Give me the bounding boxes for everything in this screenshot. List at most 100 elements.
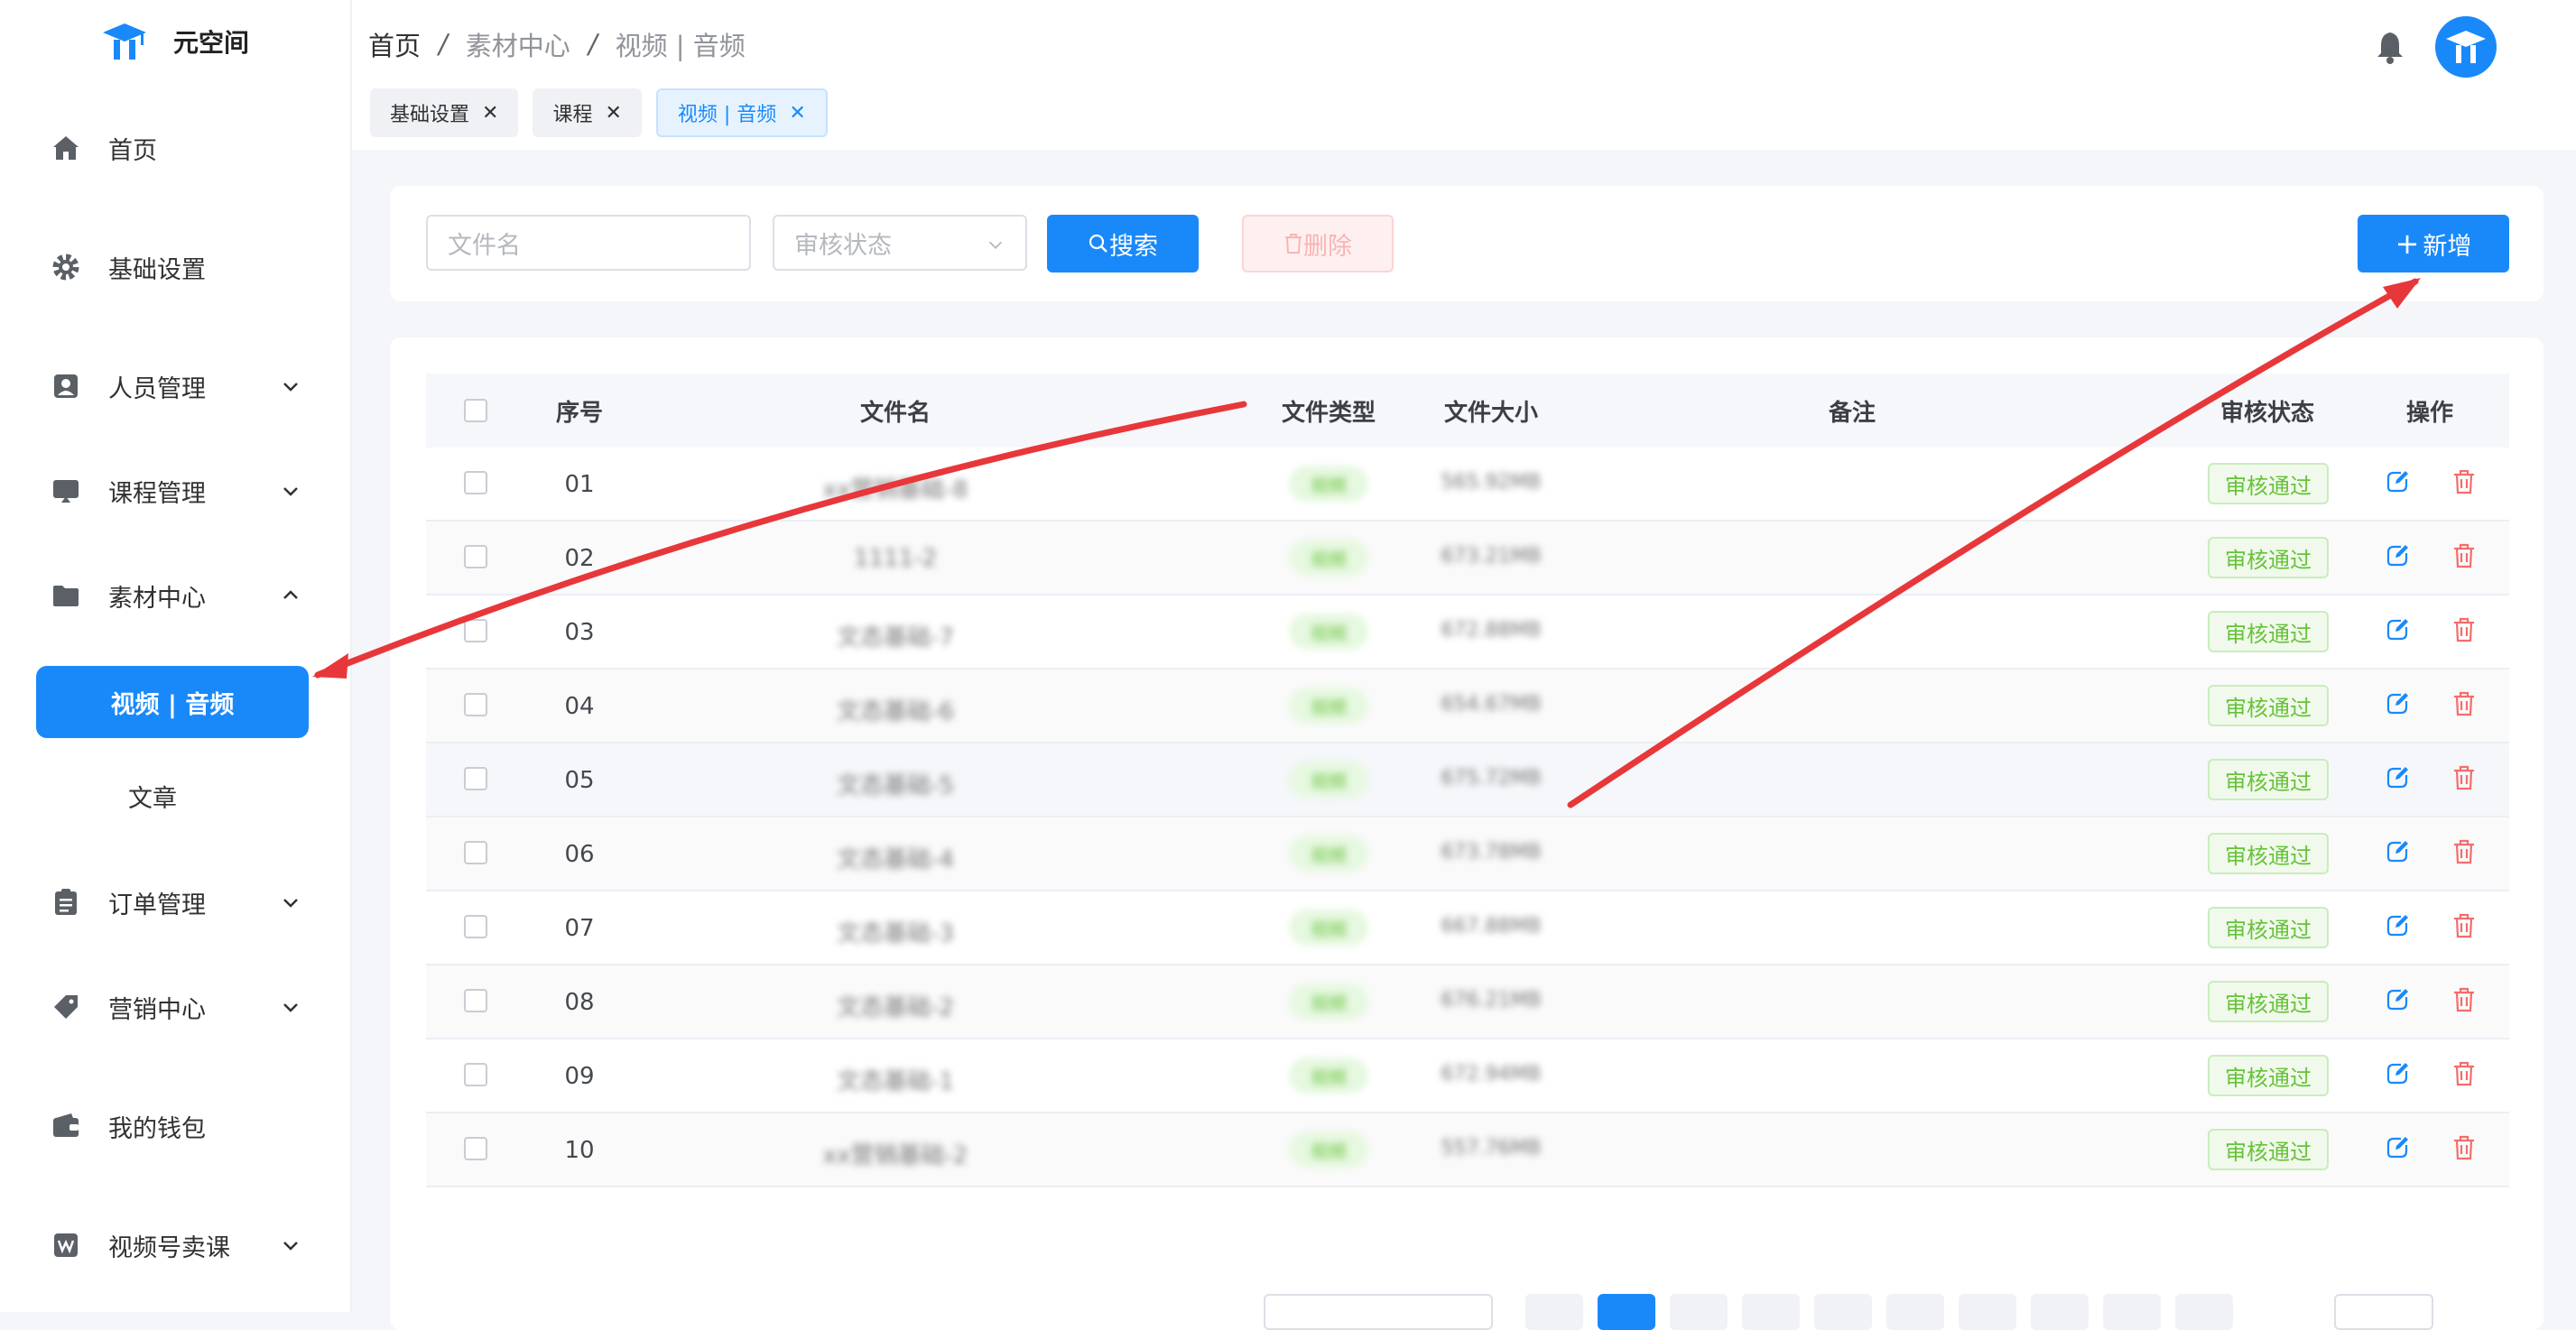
sidebar-item-orders[interactable]: 订单管理 [51, 875, 312, 929]
cell-filesize: 654.67MB [1441, 693, 1542, 716]
tab-course[interactable]: 课程 ✕ [533, 88, 642, 137]
sidebar-item-video-channel[interactable]: 视频号卖课 [51, 1218, 312, 1272]
close-icon[interactable]: ✕ [482, 102, 498, 125]
cell-filesize: 675.72MB [1441, 767, 1542, 790]
row-checkbox[interactable] [464, 693, 487, 716]
table-row: 10 xx营销基础-2 视频 557.76MB 审核通过 [426, 1113, 2509, 1187]
pagination-page-active[interactable] [1598, 1294, 1655, 1330]
pagination-page[interactable] [1814, 1294, 1872, 1330]
cell-filesize: 676.21MB [1441, 989, 1542, 1011]
bell-icon[interactable] [2374, 29, 2406, 65]
row-checkbox[interactable] [464, 915, 487, 938]
edit-icon[interactable] [2385, 617, 2410, 642]
cell-filetype: 视频 [1289, 1058, 1368, 1094]
row-checkbox[interactable] [464, 767, 487, 790]
breadcrumb-material-center[interactable]: 素材中心 [466, 25, 570, 63]
trash-icon[interactable] [2451, 617, 2477, 642]
sidebar-item-basic-settings[interactable]: 基础设置 [51, 240, 312, 294]
pagination-page[interactable] [1959, 1294, 2016, 1330]
table-row: 07 文态基础-3 视频 667.88MB 审核通过 [426, 891, 2509, 965]
table-header: 序号 文件名 文件类型 文件大小 备注 审核状态 操作 [426, 374, 2509, 448]
header-status: 审核状态 [2219, 399, 2314, 427]
pagination-page[interactable] [2103, 1294, 2161, 1330]
row-checkbox[interactable] [464, 1137, 487, 1160]
edit-icon[interactable] [2385, 691, 2410, 716]
select-all-checkbox[interactable] [464, 399, 487, 422]
sidebar-subitem-video-audio[interactable]: 视频 | 音频 [36, 666, 309, 738]
trash-icon[interactable] [2451, 543, 2477, 568]
row-checkbox[interactable] [464, 1063, 487, 1086]
cell-index: 05 [564, 767, 595, 794]
edit-icon[interactable] [2385, 1135, 2410, 1160]
sidebar-item-marketing[interactable]: 营销中心 [51, 980, 312, 1034]
cell-filesize: 565.92MB [1441, 471, 1542, 494]
edit-icon[interactable] [2385, 1061, 2410, 1086]
sidebar-item-home[interactable]: 首页 [51, 121, 312, 175]
row-checkbox[interactable] [464, 989, 487, 1012]
edit-icon[interactable] [2385, 469, 2410, 494]
pagination-page[interactable] [1886, 1294, 1944, 1330]
status-badge: 审核通过 [2208, 759, 2329, 800]
breadcrumb-home[interactable]: 首页 [368, 25, 421, 63]
pagination-page[interactable] [1670, 1294, 1728, 1330]
search-icon [1089, 234, 1107, 253]
table-row: 06 文态基础-4 视频 673.78MB 审核通过 [426, 817, 2509, 891]
pagination-next[interactable] [2175, 1294, 2233, 1330]
status-select[interactable]: 审核状态 [773, 215, 1027, 271]
row-checkbox[interactable] [464, 619, 487, 642]
add-button[interactable]: + 新增 [2358, 215, 2509, 272]
sidebar-item-staff[interactable]: 人员管理 [51, 359, 312, 413]
breadcrumb-separator: / [439, 29, 448, 60]
edit-icon[interactable] [2385, 987, 2410, 1012]
pagination-page[interactable] [2031, 1294, 2089, 1330]
avatar[interactable] [2435, 16, 2497, 78]
sidebar-item-courses[interactable]: 课程管理 [51, 464, 312, 518]
trash-icon[interactable] [2451, 1135, 2477, 1160]
edit-icon[interactable] [2385, 913, 2410, 938]
sidebar-item-wallet[interactable]: 我的钱包 [51, 1099, 312, 1153]
cell-filesize: 672.88MB [1441, 619, 1542, 642]
tab-video-audio[interactable]: 视频 | 音频 ✕ [655, 88, 828, 137]
tab-bar: 基础设置 ✕ 课程 ✕ 视频 | 音频 ✕ [370, 88, 842, 137]
cell-filetype: 视频 [1289, 1131, 1368, 1168]
close-icon[interactable]: ✕ [789, 102, 805, 125]
trash-icon[interactable] [2451, 691, 2477, 716]
filename-placeholder: 文件名 [448, 231, 521, 260]
pagination-jump-input[interactable] [2334, 1294, 2433, 1330]
sidebar-item-material-center[interactable]: 素材中心 [51, 568, 312, 623]
row-checkbox[interactable] [464, 841, 487, 864]
edit-icon[interactable] [2385, 839, 2410, 864]
breadcrumb-separator: / [588, 29, 598, 60]
trash-icon[interactable] [2451, 765, 2477, 790]
cell-filename: xx营销基础-2 [822, 1142, 968, 1169]
status-badge: 审核通过 [2208, 685, 2329, 726]
row-checkbox[interactable] [464, 471, 487, 494]
table-row: 03 文态基础-7 视频 672.88MB 审核通过 [426, 596, 2509, 670]
breadcrumb-current: 视频 | 音频 [615, 31, 746, 61]
cell-filetype: 视频 [1289, 836, 1368, 872]
chevron-down-icon [283, 1003, 298, 1012]
cell-filename: 文态基础-2 [837, 994, 954, 1021]
search-button[interactable]: 搜索 [1047, 215, 1199, 272]
trash-icon[interactable] [2451, 839, 2477, 864]
page-size-select[interactable] [1264, 1294, 1493, 1330]
header-remark: 备注 [1828, 399, 1876, 427]
trash-icon[interactable] [2451, 1061, 2477, 1086]
trash-icon[interactable] [2451, 913, 2477, 938]
tab-basic-settings[interactable]: 基础设置 ✕ [370, 88, 519, 137]
close-icon[interactable]: ✕ [605, 102, 621, 125]
row-checkbox[interactable] [464, 545, 487, 568]
sidebar-subitem-article[interactable]: 文章 [36, 769, 309, 823]
edit-icon[interactable] [2385, 543, 2410, 568]
edit-icon[interactable] [2385, 765, 2410, 790]
trash-icon[interactable] [2451, 987, 2477, 1012]
top-bar: 首页 / 素材中心 / 视频 | 音频 基础设置 ✕ 课程 ✕ 视频 | 音频 … [352, 0, 2576, 150]
delete-button[interactable]: 删除 [1242, 215, 1394, 272]
filename-input[interactable]: 文件名 [426, 215, 751, 271]
pagination-prev[interactable] [1525, 1294, 1583, 1330]
cell-index: 06 [564, 841, 595, 868]
trash-icon[interactable] [2451, 469, 2477, 494]
pagination-page[interactable] [1742, 1294, 1800, 1330]
app-name: 元空间 [173, 28, 250, 58]
cell-index: 07 [564, 915, 595, 942]
